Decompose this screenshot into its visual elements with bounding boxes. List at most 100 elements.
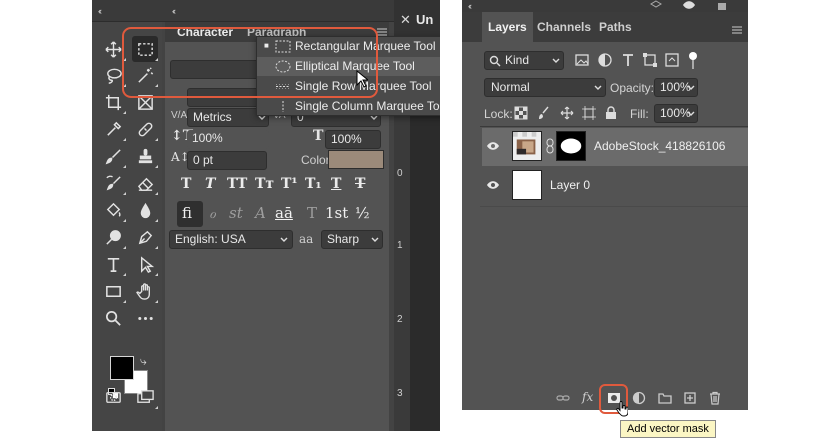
swash-button[interactable]: st (229, 204, 243, 222)
layer-row-layer-0[interactable]: Layer 0 (482, 167, 748, 205)
ruler-mark: 1 (397, 240, 403, 251)
rectangle-tool-icon[interactable] (100, 278, 126, 304)
brush-tool-icon[interactable] (100, 143, 126, 169)
anti-aliasing-label: aa (299, 232, 314, 246)
eraser-tool-icon[interactable] (132, 170, 158, 196)
old-style-button[interactable]: ℴ (209, 204, 216, 222)
lock-icon[interactable] (716, 0, 728, 10)
delete-layer-trash-icon[interactable] (708, 391, 722, 405)
dodge-tool-icon[interactable] (100, 224, 126, 250)
visibility-eye-icon[interactable] (486, 140, 500, 152)
lock-transparent-pixels-icon[interactable] (514, 106, 528, 120)
layer-name: Layer 0 (550, 178, 591, 192)
fractions-button[interactable]: ½ (355, 204, 370, 222)
baseline-shift-value: 0 pt (193, 153, 214, 167)
chevron-down-icon[interactable] (370, 235, 380, 245)
smart-object-filter-icon[interactable] (664, 52, 680, 68)
collapse-character-icon[interactable]: ‹‹ (172, 6, 176, 16)
hand-tool-icon[interactable] (132, 278, 158, 304)
zoom-tool-icon[interactable] (100, 305, 126, 331)
panel-header-strip: ‹‹ (462, 0, 748, 12)
close-document-icon[interactable]: ✕ (400, 12, 411, 28)
chevron-down-icon[interactable] (686, 83, 696, 93)
faux-italic-button[interactable]: T (205, 176, 215, 192)
vertical-scale-field[interactable]: 100% (187, 130, 269, 149)
layer-thumbnail (512, 131, 542, 161)
new-adjustment-layer-icon[interactable] (632, 391, 646, 405)
baseline-shift-field[interactable]: 0 pt (187, 151, 267, 170)
new-layer-icon[interactable] (683, 391, 697, 405)
layer-mask-thumbnail[interactable] (556, 131, 586, 161)
link-layers-icon[interactable] (556, 391, 570, 405)
eye-icon[interactable] (682, 0, 696, 10)
underline-button[interactable]: T (331, 176, 341, 192)
lock-all-icon[interactable] (604, 106, 618, 120)
faux-bold-button[interactable]: T (181, 176, 191, 192)
pen-tool-icon[interactable] (132, 224, 158, 250)
filter-kind-select[interactable]: Kind (484, 51, 564, 70)
adjustment-layer-filter-icon[interactable] (597, 52, 613, 68)
collapse-panel-icon[interactable]: ‹‹ (468, 1, 472, 11)
search-icon (489, 55, 501, 67)
lock-image-pixels-icon[interactable] (538, 106, 552, 120)
language-select[interactable]: English: USA (169, 230, 293, 249)
chevron-down-icon (552, 58, 560, 63)
mask-link-icon[interactable] (546, 138, 554, 154)
visibility-eye-icon[interactable] (486, 179, 500, 191)
filter-toggle-icon[interactable] (688, 51, 698, 69)
paint-bucket-tool-icon[interactable] (100, 197, 126, 223)
chevron-down-icon[interactable] (279, 235, 289, 245)
swap-colors-icon[interactable]: ⤷ (140, 354, 147, 369)
add-vector-mask-tooltip: Add vector mask (620, 420, 716, 438)
titling-alternates-button[interactable]: aā (275, 204, 293, 222)
layer-row-adobestock[interactable]: AdobeStock_418826106 (482, 128, 748, 166)
flyout-highlight-box (122, 27, 378, 98)
quick-mask-mode-icon[interactable] (100, 384, 126, 410)
more-tools-icon[interactable] (132, 305, 158, 331)
vertical-scale-value: 100% (192, 131, 223, 145)
eyedropper-tool-icon[interactable] (100, 116, 126, 142)
type-layer-filter-icon[interactable] (620, 52, 636, 68)
blend-mode-select[interactable]: Normal (484, 78, 606, 97)
kerning-icon: V/A (171, 110, 188, 121)
hand-pointer-cursor-icon (616, 401, 628, 417)
lock-artboard-icon[interactable] (582, 106, 596, 120)
healing-brush-tool-icon[interactable] (132, 116, 158, 142)
ornaments-button[interactable]: T (307, 204, 317, 222)
path-selection-tool-icon[interactable] (132, 251, 158, 277)
single-column-marquee-item[interactable]: Single Column Marquee Tool (257, 97, 440, 116)
clone-stamp-tool-icon[interactable] (132, 143, 158, 169)
strikethrough-button[interactable]: T (355, 176, 365, 192)
stylistic-alternates-button[interactable]: A (255, 204, 266, 222)
collapse-toolbar-icon[interactable]: ‹‹ (98, 6, 102, 16)
small-caps-button[interactable]: Tт (255, 176, 274, 192)
ordinals-button[interactable]: 1st (325, 204, 348, 222)
ruler-mark: 0 (397, 168, 403, 179)
lock-position-icon[interactable] (560, 106, 574, 120)
document-tab[interactable]: ✕ Un (394, 0, 440, 40)
type-tool-icon[interactable] (100, 251, 126, 277)
text-color-swatch[interactable] (328, 150, 384, 169)
history-brush-tool-icon[interactable] (100, 170, 126, 196)
tab-paths[interactable]: Paths (599, 12, 632, 42)
superscript-button[interactable]: T¹ (281, 176, 298, 192)
shape-layer-filter-icon[interactable] (642, 52, 658, 68)
pixel-layer-filter-icon[interactable] (574, 52, 590, 68)
ligatures-button[interactable]: fi (182, 204, 192, 222)
panel-menu-icon[interactable] (732, 26, 742, 34)
cube-icon[interactable] (650, 0, 662, 10)
tab-layers[interactable]: Layers (482, 12, 533, 42)
subscript-button[interactable]: T₁ (305, 176, 322, 192)
screen-mode-icon[interactable] (132, 384, 158, 410)
panel-menu-icon[interactable] (377, 28, 387, 36)
foreground-color-swatch[interactable] (110, 356, 134, 380)
lock-label: Lock: (484, 107, 513, 121)
fill-label: Fill: (630, 107, 649, 121)
horizontal-scale-field[interactable]: 100% (325, 130, 381, 149)
all-caps-button[interactable]: TT (227, 176, 247, 192)
layer-style-fx-button[interactable]: fx (582, 390, 596, 404)
blur-tool-icon[interactable] (132, 197, 158, 223)
chevron-down-icon[interactable] (686, 109, 696, 119)
tab-channels[interactable]: Channels (537, 12, 591, 42)
new-group-folder-icon[interactable] (658, 391, 672, 405)
